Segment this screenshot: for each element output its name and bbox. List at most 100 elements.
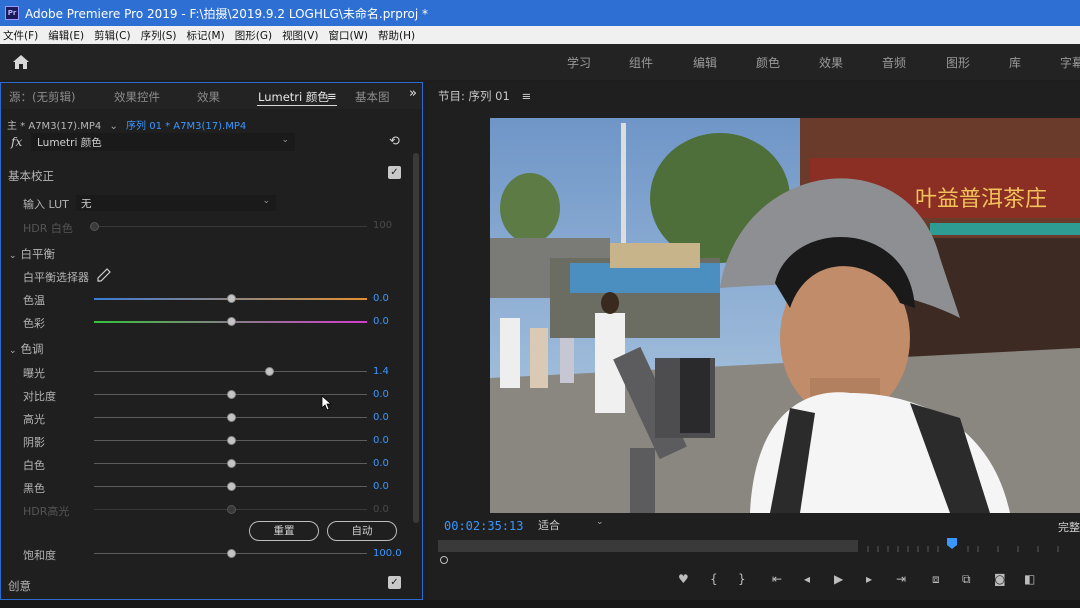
whites-value[interactable]: 0.0 bbox=[373, 458, 389, 469]
input-lut-label: 输入 LUT bbox=[23, 198, 69, 211]
home-icon[interactable] bbox=[12, 54, 30, 70]
chevron-down-icon: ⌄ bbox=[596, 517, 604, 527]
temperature-value[interactable]: 0.0 bbox=[373, 293, 389, 304]
menu-sequence[interactable]: 序列(S) bbox=[138, 28, 180, 43]
zoom-handle-icon[interactable] bbox=[440, 556, 448, 564]
tab-overflow-icon[interactable]: » bbox=[409, 86, 417, 101]
mark-in-icon[interactable]: { bbox=[710, 572, 718, 586]
step-forward-icon[interactable]: ▸ bbox=[866, 572, 872, 586]
contrast-label: 对比度 bbox=[23, 390, 56, 403]
temperature-slider[interactable] bbox=[94, 294, 367, 303]
workspace-tab-captions[interactable]: 字幕 bbox=[1060, 54, 1080, 71]
highlights-value[interactable]: 0.0 bbox=[373, 412, 389, 423]
program-monitor-title[interactable]: 节目: 序列 01 ≡ bbox=[438, 88, 531, 104]
bottom-strip bbox=[0, 600, 1080, 608]
insert-icon[interactable]: ⧈ bbox=[932, 572, 940, 587]
zoom-fit-value: 适合 bbox=[538, 519, 560, 532]
chevron-down-icon: ⌄ bbox=[262, 196, 270, 206]
tint-slider[interactable] bbox=[94, 317, 367, 326]
exposure-slider[interactable] bbox=[94, 367, 367, 376]
tab-lumetri-color[interactable]: Lumetri 颜色 bbox=[258, 89, 329, 105]
menu-marker[interactable]: 标记(M) bbox=[183, 28, 227, 43]
workspace-tab-effects[interactable]: 效果 bbox=[819, 54, 843, 71]
add-marker-icon[interactable]: ♥ bbox=[678, 572, 689, 586]
workspace-tab-learn[interactable]: 学习 bbox=[567, 54, 591, 71]
program-video-frame[interactable]: 叶益普洱茶庄 bbox=[490, 118, 1080, 513]
eyedropper-icon[interactable] bbox=[97, 268, 111, 282]
step-back-icon[interactable]: ◂ bbox=[804, 572, 810, 586]
reset-effect-icon[interactable]: ⟲ bbox=[389, 134, 400, 149]
shadows-knob[interactable] bbox=[226, 436, 236, 445]
blacks-slider[interactable] bbox=[94, 482, 367, 491]
workspace-tab-audio[interactable]: 音频 bbox=[882, 54, 906, 71]
fx-icon[interactable]: fx bbox=[11, 135, 22, 149]
master-clip-label[interactable]: 主 * A7M3(17).MP4 bbox=[7, 121, 101, 132]
blacks-value[interactable]: 0.0 bbox=[373, 481, 389, 492]
compare-view-icon[interactable]: ◧ bbox=[1024, 572, 1035, 586]
go-to-out-icon[interactable]: ⇥ bbox=[896, 572, 906, 586]
tint-value[interactable]: 0.0 bbox=[373, 316, 389, 327]
program-monitor-panel: 节目: 序列 01 ≡ 叶益普洱茶庄 00:02:35:13 适合 ⌄ 完整 ♥… bbox=[428, 82, 1080, 600]
auto-button[interactable]: 自动 bbox=[327, 521, 397, 541]
menu-edit[interactable]: 编辑(E) bbox=[45, 28, 87, 43]
workspace-tab-libraries[interactable]: 库 bbox=[1009, 54, 1021, 71]
reset-button[interactable]: 重置 bbox=[249, 521, 319, 541]
white-balance-selector-label: 白平衡选择器 bbox=[23, 271, 89, 284]
contrast-knob[interactable] bbox=[226, 390, 236, 399]
menu-graphics[interactable]: 图形(G) bbox=[232, 28, 275, 43]
sequence-clip-label[interactable]: 序列 01 * A7M3(17).MP4 bbox=[126, 121, 246, 132]
basic-correction-title[interactable]: 基本校正 bbox=[8, 168, 54, 184]
saturation-knob[interactable] bbox=[226, 549, 236, 558]
highlights-knob[interactable] bbox=[226, 413, 236, 422]
effect-dropdown-value: Lumetri 颜色 bbox=[37, 137, 102, 149]
workspace-tab-color[interactable]: 颜色 bbox=[756, 54, 780, 71]
exposure-label: 曝光 bbox=[23, 367, 45, 380]
tab-essential-graphics[interactable]: 基本图 bbox=[355, 89, 390, 105]
tab-effect-controls[interactable]: 效果控件 bbox=[114, 89, 160, 105]
highlights-slider[interactable] bbox=[94, 413, 367, 422]
zoom-fit-dropdown[interactable]: 适合 ⌄ bbox=[538, 517, 610, 533]
tab-effects[interactable]: 效果 bbox=[197, 89, 220, 105]
white-balance-title[interactable]: ⌄ 白平衡 bbox=[9, 246, 55, 262]
exposure-value[interactable]: 1.4 bbox=[373, 366, 389, 377]
transport-controls: ♥ { } ⇤ ◂ ▶ ▸ ⇥ ⧈ ⧉ ◙ ◧ bbox=[668, 572, 1078, 594]
exposure-knob[interactable] bbox=[264, 367, 274, 376]
temperature-knob[interactable] bbox=[226, 294, 236, 303]
tab-source[interactable]: 源：(无剪辑) bbox=[9, 89, 75, 105]
input-lut-dropdown[interactable]: 无 ⌄ bbox=[76, 195, 276, 211]
workspace-tab-editing[interactable]: 编辑 bbox=[693, 54, 717, 71]
panel-scrollbar[interactable] bbox=[413, 153, 419, 523]
saturation-slider[interactable] bbox=[94, 549, 367, 558]
workspace-tab-graphics[interactable]: 图形 bbox=[946, 54, 970, 71]
playback-resolution[interactable]: 完整 bbox=[1058, 519, 1080, 535]
workspace-tab-assembly[interactable]: 组件 bbox=[629, 54, 653, 71]
playhead-timecode[interactable]: 00:02:35:13 bbox=[444, 519, 523, 533]
whites-slider[interactable] bbox=[94, 459, 367, 468]
effect-dropdown[interactable]: Lumetri 颜色 ⌄ bbox=[31, 133, 295, 151]
menu-clip[interactable]: 剪辑(C) bbox=[91, 28, 134, 43]
panel-menu-icon[interactable]: ≡ bbox=[327, 89, 337, 103]
menu-help[interactable]: 帮助(H) bbox=[375, 28, 418, 43]
panel-menu-icon[interactable]: ≡ bbox=[521, 89, 531, 103]
whites-knob[interactable] bbox=[226, 459, 236, 468]
tone-title[interactable]: ⌄ 色调 bbox=[9, 341, 44, 357]
shadows-value[interactable]: 0.0 bbox=[373, 435, 389, 446]
menu-window[interactable]: 窗口(W) bbox=[325, 28, 371, 43]
menu-file[interactable]: 文件(F) bbox=[0, 28, 41, 43]
chevron-down-icon[interactable]: ⌄ bbox=[109, 121, 117, 132]
tint-knob[interactable] bbox=[226, 317, 236, 326]
export-frame-icon[interactable]: ◙ bbox=[994, 572, 1006, 586]
blacks-knob[interactable] bbox=[226, 482, 236, 491]
shadows-slider[interactable] bbox=[94, 436, 367, 445]
overwrite-icon[interactable]: ⧉ bbox=[962, 572, 971, 587]
mark-out-icon[interactable]: } bbox=[738, 572, 746, 586]
play-icon[interactable]: ▶ bbox=[834, 572, 843, 586]
contrast-value[interactable]: 0.0 bbox=[373, 389, 389, 400]
menu-view[interactable]: 视图(V) bbox=[279, 28, 321, 43]
basic-correction-checkbox[interactable]: ✓ bbox=[388, 166, 401, 179]
creative-checkbox[interactable]: ✓ bbox=[388, 576, 401, 589]
timeline-ruler[interactable] bbox=[438, 538, 1080, 556]
saturation-value[interactable]: 100.0 bbox=[373, 548, 402, 559]
creative-title[interactable]: 创意 bbox=[8, 578, 31, 594]
go-to-in-icon[interactable]: ⇤ bbox=[772, 572, 782, 586]
